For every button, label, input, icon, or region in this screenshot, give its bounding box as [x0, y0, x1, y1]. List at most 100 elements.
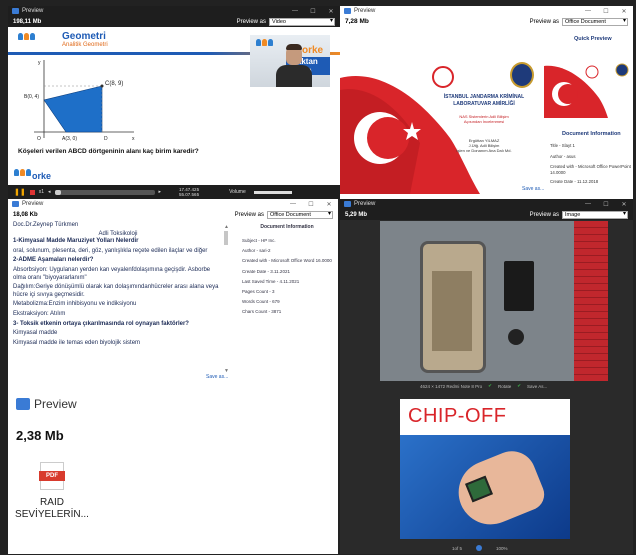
window-title: Preview — [354, 201, 376, 207]
zoom-level: 100% — [496, 545, 508, 551]
slide-subtitle: Analitik Geometri — [62, 42, 108, 48]
doc-info-item: Chars Count - 3871 — [242, 309, 282, 315]
image-preview-window: Preview — ☐ ✕ 5,29 Mb Preview as Image 4… — [340, 199, 633, 395]
doc-info-item: Subject - HP Inc. — [242, 238, 276, 243]
video-preview-window: Preview — ☐ ✕ 198,11 Mb Preview as Video… — [8, 6, 340, 199]
seek-left-icon[interactable]: ◂ — [48, 189, 51, 195]
chipoff-preview-window: CHIP-OFF 1of 5 100% — [340, 395, 633, 554]
doc-info-item: Pages Count - 3 — [242, 288, 275, 294]
stop-icon[interactable] — [29, 189, 35, 195]
scroll-up-icon[interactable]: ▲ — [224, 224, 229, 230]
volume-label: Volume — [229, 189, 246, 195]
presenter-body — [276, 65, 312, 87]
slide-thumbnail[interactable] — [544, 48, 630, 118]
phone-board-graphic — [432, 271, 472, 351]
chipoff-heading-part-1: CHIP- — [408, 405, 465, 427]
pdf-file-icon[interactable]: PDF — [39, 462, 65, 490]
file-size: 7,28 Mb — [345, 18, 369, 25]
pause-icon[interactable]: ❚❚ — [14, 188, 26, 196]
chipoff-photo — [400, 435, 570, 539]
slide-title: Geometri — [62, 31, 106, 42]
x-axis-label: x — [132, 136, 135, 142]
window-title: Preview — [22, 201, 44, 207]
doc-info-item: Created with - Microsoft Office PowerPoi… — [550, 164, 631, 175]
geometry-graph: C(8, 9) B(0, 4) A(3, 0) D O x y — [24, 60, 135, 142]
doc-heading: Adli Toksikoloji — [98, 230, 138, 237]
seek-right-icon[interactable]: ▸ — [159, 189, 162, 195]
save-icon[interactable]: ✔ — [517, 383, 521, 389]
minimize-button[interactable]: — — [284, 201, 302, 208]
doc-info-item: Words Count - 679 — [242, 299, 280, 305]
save-as-button[interactable]: Save As... — [527, 384, 547, 389]
doc-author: Doc.Dr.Zeynep Türkmen — [13, 222, 79, 228]
nav-icon[interactable] — [476, 545, 483, 551]
word-toolbar: 18,08 Kb Preview as Office Document — [8, 209, 338, 220]
doc-info-title: Document Information — [260, 224, 314, 230]
app-icon — [12, 8, 19, 14]
webcam-brand: orke — [302, 45, 324, 56]
doc-info-item: Create Date - 3.11.2021 — [242, 268, 290, 274]
volume-slider[interactable] — [253, 190, 292, 194]
preview-as-select[interactable]: Office Document — [562, 17, 628, 26]
doc-line: Metabolizma:Enzim inhibisyonu ve indiksi… — [13, 301, 137, 308]
maximize-button[interactable]: ☐ — [597, 201, 615, 208]
doc-scrollbar[interactable]: ▲ ▼ — [224, 224, 229, 374]
thumbnail-flag-graphic — [544, 63, 629, 118]
image-titlebar: Preview — ☐ ✕ — [340, 199, 633, 209]
gendarmerie-emblem-icon — [432, 66, 454, 88]
playback-speed[interactable]: x1 — [39, 189, 44, 195]
preview-as-label: Preview as — [529, 211, 559, 218]
point-a-label: A(3, 0) — [62, 136, 77, 142]
turkish-flag-graphic — [340, 76, 480, 194]
rotate-icon[interactable]: ✔ — [488, 383, 492, 389]
maximize-button[interactable]: ☐ — [302, 201, 320, 208]
scroll-thumb[interactable] — [224, 231, 228, 245]
chipoff-slide[interactable]: CHIP-OFF — [400, 399, 570, 539]
close-button[interactable]: ✕ — [322, 8, 340, 15]
image-dimensions: 4624 × 1472 Redmi Note 8 Pro — [420, 383, 483, 389]
preview-as-label: Preview as — [234, 211, 264, 218]
author-unit: İşlen ve Donanım Ana Dalı Md. — [456, 148, 512, 153]
pdf-filename-line-2: SEVİYELERİN... — [15, 509, 89, 520]
slide-preview: İSTANBUL JANDARMA KRİMİNAL LABORATUVAR A… — [340, 28, 540, 194]
doc-info-item: Author - sari-2 — [242, 248, 271, 254]
doc-info-title: Document Information — [562, 131, 621, 137]
video-frame[interactable]: Geometri Analitik Geometri C(8, 9) B(0, … — [8, 27, 340, 185]
doc-info-item: Create Date - 11.12.2018 — [550, 179, 599, 184]
close-button[interactable]: ✕ — [615, 201, 633, 208]
org-sub-2: Açısından İncelenmesi — [463, 119, 505, 124]
org-line-1: İSTANBUL JANDARMA KRİMİNAL — [443, 94, 525, 100]
maximize-button[interactable]: ☐ — [304, 8, 322, 15]
doc-line: 3- Toksik etkenin ortaya çıkarılmasında … — [13, 320, 189, 327]
phone-photo[interactable] — [380, 221, 608, 381]
preview-as-select[interactable]: Image — [562, 210, 628, 219]
close-button[interactable]: ✕ — [320, 201, 338, 208]
rotate-button[interactable]: Rotate — [498, 384, 511, 389]
video-titlebar: Preview — ☐ ✕ — [8, 6, 340, 16]
maximize-button[interactable]: ☐ — [597, 8, 615, 15]
preview-as-select[interactable]: Office Document — [267, 210, 333, 219]
battery-graphic — [504, 261, 534, 311]
lab-emblem-icon — [510, 62, 534, 88]
doc-line: oral, solunum, plesenta, deri, göz, yanl… — [13, 247, 208, 254]
doc-lines: 1-Kimyasal Madde Maruziyet Yolları Neler… — [13, 238, 223, 347]
preview-as-select[interactable]: Video — [269, 17, 335, 26]
save-as-link[interactable]: Save as... — [206, 374, 228, 380]
seek-bar[interactable] — [54, 189, 155, 195]
minimize-button[interactable]: — — [286, 8, 304, 15]
minimize-button[interactable]: — — [579, 201, 597, 208]
file-size: 2,38 Mb — [16, 428, 64, 443]
y-axis-label: y — [38, 60, 41, 66]
origin-label: O — [37, 136, 41, 142]
minimize-button[interactable]: — — [579, 8, 597, 15]
doc-line: 2-ADME Aşamaları nelerdir? — [13, 257, 94, 264]
save-as-link[interactable]: Save as... — [522, 186, 544, 192]
app-icon — [344, 201, 351, 207]
close-button[interactable]: ✕ — [615, 8, 633, 15]
app-icon — [12, 201, 19, 207]
preview-as-label: Preview as — [236, 18, 266, 25]
org-line-2: LABORATUVAR AMİRLİĞİ — [453, 101, 515, 107]
office-preview-window: Preview — ☐ ✕ 7,28 Mb Preview as Office … — [340, 6, 633, 199]
doc-line: Kimyasal madde — [13, 330, 58, 337]
time-display: 17.47.425 55.07.565 — [179, 187, 199, 197]
